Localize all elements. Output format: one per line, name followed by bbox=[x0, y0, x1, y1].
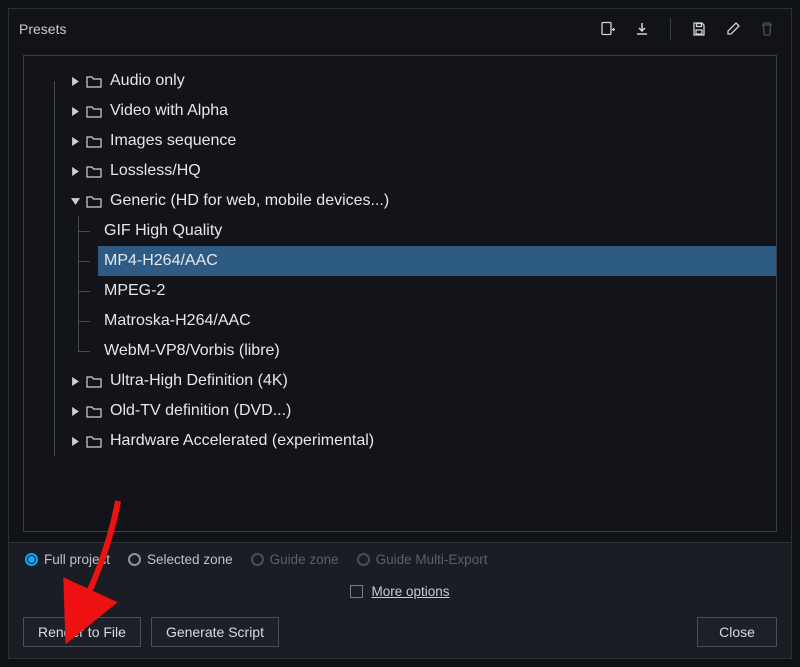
radio-indicator-icon bbox=[25, 553, 38, 566]
chevron-right-icon bbox=[68, 437, 82, 446]
render-dialog: Presets bbox=[8, 8, 792, 659]
chevron-right-icon bbox=[68, 167, 82, 176]
close-button[interactable]: Close bbox=[697, 617, 777, 647]
radio-guide-multi-export: Guide Multi-Export bbox=[357, 552, 488, 567]
save-icon[interactable] bbox=[691, 21, 707, 37]
preset-item-mpeg2[interactable]: MPEG-2 bbox=[32, 276, 776, 306]
more-options-row: More options bbox=[9, 576, 791, 606]
chevron-right-icon bbox=[68, 77, 82, 86]
folder-icon bbox=[84, 404, 104, 418]
chevron-right-icon bbox=[68, 107, 82, 116]
download-icon[interactable] bbox=[634, 21, 650, 37]
radio-label: Guide zone bbox=[270, 552, 339, 567]
preset-item-label: Matroska-H264/AAC bbox=[104, 312, 251, 330]
presets-toolbar bbox=[600, 18, 781, 40]
more-options-label[interactable]: More options bbox=[371, 584, 449, 599]
radio-label: Selected zone bbox=[147, 552, 233, 567]
folder-icon bbox=[84, 434, 104, 448]
radio-indicator-icon bbox=[128, 553, 141, 566]
preset-category-generic[interactable]: Generic (HD for web, mobile devices...) bbox=[32, 186, 776, 216]
folder-icon bbox=[84, 374, 104, 388]
chevron-right-icon bbox=[68, 377, 82, 386]
preset-category-old-tv[interactable]: Old-TV definition (DVD...) bbox=[32, 396, 776, 426]
preset-category-images-sequence[interactable]: Images sequence bbox=[32, 126, 776, 156]
folder-icon bbox=[84, 134, 104, 148]
category-label: Generic (HD for web, mobile devices...) bbox=[108, 192, 389, 210]
preset-category-hw-accel[interactable]: Hardware Accelerated (experimental) bbox=[32, 426, 776, 456]
presets-panel: Audio only Video with Alpha Images seque… bbox=[23, 55, 777, 532]
toolbar-separator bbox=[670, 18, 671, 40]
preset-item-gif[interactable]: GIF High Quality bbox=[32, 216, 776, 246]
radio-label: Guide Multi-Export bbox=[376, 552, 488, 567]
category-label: Audio only bbox=[108, 72, 185, 90]
category-label: Video with Alpha bbox=[108, 102, 228, 120]
radio-label: Full project bbox=[44, 552, 110, 567]
render-range-options: Full project Selected zone Guide zone Gu… bbox=[9, 542, 791, 576]
preset-category-audio-only[interactable]: Audio only bbox=[32, 66, 776, 96]
category-label: Old-TV definition (DVD...) bbox=[108, 402, 291, 420]
dialog-button-row: Render to File Generate Script Close bbox=[9, 606, 791, 658]
chevron-down-icon bbox=[68, 197, 82, 206]
folder-icon bbox=[84, 194, 104, 208]
folder-icon bbox=[84, 164, 104, 178]
preset-item-mp4-h264[interactable]: MP4-H264/AAC bbox=[32, 246, 776, 276]
chevron-right-icon bbox=[68, 137, 82, 146]
category-label: Images sequence bbox=[108, 132, 236, 150]
preset-item-label: GIF High Quality bbox=[104, 222, 222, 240]
preset-item-label: MP4-H264/AAC bbox=[104, 252, 218, 270]
edit-icon[interactable] bbox=[725, 21, 741, 37]
chevron-right-icon bbox=[68, 407, 82, 416]
preset-category-video-alpha[interactable]: Video with Alpha bbox=[32, 96, 776, 126]
category-label: Ultra-High Definition (4K) bbox=[108, 372, 288, 390]
more-options-checkbox[interactable] bbox=[350, 585, 363, 598]
radio-indicator-icon bbox=[357, 553, 370, 566]
preset-item-label: MPEG-2 bbox=[104, 282, 165, 300]
presets-header: Presets bbox=[9, 9, 791, 49]
category-label: Lossless/HQ bbox=[108, 162, 201, 180]
preset-item-matroska[interactable]: Matroska-H264/AAC bbox=[32, 306, 776, 336]
preset-category-lossless[interactable]: Lossless/HQ bbox=[32, 156, 776, 186]
radio-indicator-icon bbox=[251, 553, 264, 566]
delete-icon bbox=[759, 21, 775, 37]
category-label: Hardware Accelerated (experimental) bbox=[108, 432, 374, 450]
render-to-file-button[interactable]: Render to File bbox=[23, 617, 141, 647]
radio-full-project[interactable]: Full project bbox=[25, 552, 110, 567]
preset-category-uhd-4k[interactable]: Ultra-High Definition (4K) bbox=[32, 366, 776, 396]
radio-guide-zone: Guide zone bbox=[251, 552, 339, 567]
preset-item-webm[interactable]: WebM-VP8/Vorbis (libre) bbox=[32, 336, 776, 366]
presets-title: Presets bbox=[19, 21, 66, 37]
presets-tree: Audio only Video with Alpha Images seque… bbox=[32, 66, 776, 456]
generate-script-button[interactable]: Generate Script bbox=[151, 617, 279, 647]
new-preset-icon[interactable] bbox=[600, 21, 616, 37]
folder-icon bbox=[84, 104, 104, 118]
preset-item-label: WebM-VP8/Vorbis (libre) bbox=[104, 342, 280, 360]
radio-selected-zone[interactable]: Selected zone bbox=[128, 552, 233, 567]
folder-icon bbox=[84, 74, 104, 88]
